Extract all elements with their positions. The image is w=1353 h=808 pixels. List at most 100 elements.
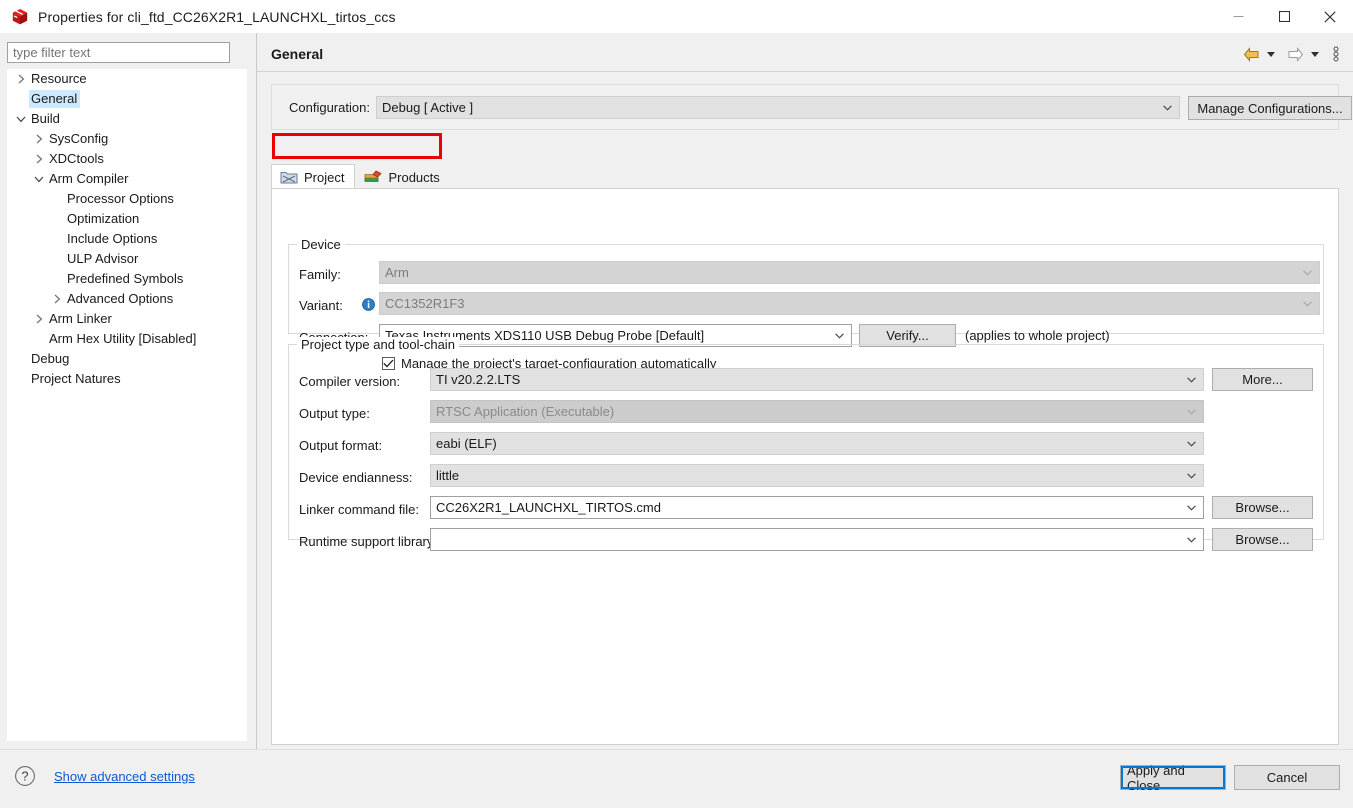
sidebar-item-include-options[interactable]: Include Options bbox=[7, 229, 247, 249]
sidebar-item-advanced-options[interactable]: Advanced Options bbox=[7, 289, 247, 309]
toolchain-row-select[interactable]: little bbox=[430, 464, 1204, 487]
sidebar-item-label: Arm Hex Utility [Disabled] bbox=[47, 330, 199, 348]
sidebar-item-label: Processor Options bbox=[65, 190, 177, 208]
chevron-right-icon[interactable] bbox=[31, 151, 47, 167]
vertical-dots-icon[interactable] bbox=[1329, 44, 1342, 64]
device-group-legend: Device bbox=[297, 237, 345, 252]
window-controls bbox=[1215, 0, 1353, 33]
title-bar: Properties for cli_ftd_CC26X2R1_LAUNCHXL… bbox=[0, 0, 1353, 34]
sidebar-item-arm-hex-utility-disabled[interactable]: Arm Hex Utility [Disabled] bbox=[7, 329, 247, 349]
show-advanced-settings-link[interactable]: Show advanced settings bbox=[54, 769, 195, 784]
dialog-body: ResourceGeneralBuildSysConfigXDCtoolsArm… bbox=[0, 33, 1353, 749]
toolchain-row-select[interactable] bbox=[430, 528, 1204, 551]
window-title: Properties for cli_ftd_CC26X2R1_LAUNCHXL… bbox=[38, 9, 396, 25]
tab-products-label: Products bbox=[388, 170, 439, 185]
sidebar-item-sysconfig[interactable]: SysConfig bbox=[7, 129, 247, 149]
sidebar-item-general[interactable]: General bbox=[7, 89, 247, 109]
tab-project[interactable]: Project bbox=[271, 164, 355, 189]
help-icon[interactable]: ? bbox=[14, 765, 36, 787]
more-button[interactable]: More... bbox=[1212, 368, 1313, 391]
maximize-button[interactable] bbox=[1261, 0, 1307, 33]
sidebar-item-label: SysConfig bbox=[47, 130, 111, 148]
settings-tree[interactable]: Resource GeneralBuildSysConfig XDCtools Arm… bbox=[7, 69, 247, 741]
browse-button[interactable]: Browse... bbox=[1212, 496, 1313, 519]
sidebar-item-resource[interactable]: Resource bbox=[7, 69, 247, 89]
sidebar-item-xdctools[interactable]: XDCtools bbox=[7, 149, 247, 169]
sidebar-item-label: Debug bbox=[29, 350, 72, 368]
toolchain-row-select[interactable]: TI v20.2.2.LTS bbox=[430, 368, 1204, 391]
chevron-right-icon[interactable] bbox=[31, 311, 47, 327]
tab-products[interactable]: Products bbox=[355, 164, 450, 189]
chevron-down-icon bbox=[1303, 270, 1312, 276]
toolchain-label-row: Output format: bbox=[299, 434, 382, 456]
sidebar-item-label: Arm Compiler bbox=[47, 170, 131, 188]
chevron-down-icon bbox=[1187, 441, 1196, 447]
apply-and-close-button[interactable]: Apply and Close bbox=[1120, 765, 1226, 790]
chevron-right-icon[interactable] bbox=[49, 291, 65, 307]
sidebar-item-label: Optimization bbox=[65, 210, 142, 228]
toolchain-row-label: Runtime support library: bbox=[299, 534, 437, 549]
toolchain-row-select[interactable]: CC26X2R1_LAUNCHXL_TIRTOS.cmd bbox=[430, 496, 1204, 519]
sidebar-item-debug[interactable]: Debug bbox=[7, 349, 247, 369]
toolchain-label-row: Compiler version: bbox=[299, 370, 400, 392]
toolchain-label-row: Runtime support library: bbox=[299, 530, 437, 552]
toolchain-row-label: Linker command file: bbox=[299, 502, 419, 517]
close-button[interactable] bbox=[1307, 0, 1353, 33]
chevron-down-icon[interactable] bbox=[13, 111, 29, 127]
sidebar-item-label: Predefined Symbols bbox=[65, 270, 186, 288]
chevron-down-icon bbox=[1187, 473, 1196, 479]
family-value: Arm bbox=[385, 265, 409, 280]
toolchain-row-label: Device endianness: bbox=[299, 470, 412, 485]
filter-input[interactable] bbox=[7, 42, 230, 63]
page-toolbar bbox=[1241, 44, 1342, 64]
configuration-label: Configuration: bbox=[289, 100, 370, 115]
variant-highlight-annotation bbox=[272, 133, 442, 159]
cancel-button[interactable]: Cancel bbox=[1234, 765, 1340, 790]
sidebar-item-label: Advanced Options bbox=[65, 290, 176, 308]
svg-text:?: ? bbox=[22, 770, 29, 784]
sidebar-item-project-natures[interactable]: Project Natures bbox=[7, 369, 247, 389]
manage-configurations-button[interactable]: Manage Configurations... bbox=[1188, 96, 1352, 120]
chevron-right-icon[interactable] bbox=[13, 71, 29, 87]
chevron-down-icon bbox=[1163, 105, 1172, 111]
variant-select: CC1352R1F3 bbox=[379, 292, 1320, 315]
chevron-down-icon bbox=[1187, 537, 1196, 543]
toolchain-row-value: little bbox=[436, 468, 459, 483]
tab-bar: Project Products bbox=[271, 164, 1339, 189]
chevron-right-icon[interactable] bbox=[31, 131, 47, 147]
sidebar-item-arm-compiler[interactable]: Arm Compiler bbox=[7, 169, 247, 189]
sidebar-item-optimization[interactable]: Optimization bbox=[7, 209, 247, 229]
variant-label: Variant: bbox=[299, 298, 343, 313]
settings-detail-pane: General bbox=[257, 33, 1353, 749]
info-icon[interactable] bbox=[362, 298, 375, 311]
sidebar-item-label: Project Natures bbox=[29, 370, 124, 388]
minimize-button[interactable] bbox=[1215, 0, 1261, 33]
toolchain-row-select: RTSC Application (Executable) bbox=[430, 400, 1204, 423]
sidebar-item-arm-linker[interactable]: Arm Linker bbox=[7, 309, 247, 329]
sidebar-item-processor-options[interactable]: Processor Options bbox=[7, 189, 247, 209]
toolchain-row-select[interactable]: eabi (ELF) bbox=[430, 432, 1204, 455]
toolchain-row-value: eabi (ELF) bbox=[436, 436, 497, 451]
chevron-down-icon bbox=[1187, 409, 1196, 415]
toolchain-row-value: CC26X2R1_LAUNCHXL_TIRTOS.cmd bbox=[436, 500, 661, 515]
family-select: Arm bbox=[379, 261, 1320, 284]
back-arrow-icon[interactable] bbox=[1241, 44, 1261, 64]
header-divider bbox=[257, 71, 1353, 72]
sidebar-item-ulp-advisor[interactable]: ULP Advisor bbox=[7, 249, 247, 269]
configuration-select[interactable]: Debug [ Active ] bbox=[376, 96, 1180, 119]
sidebar-item-label: General bbox=[29, 90, 80, 108]
forward-history-chevron-down-icon[interactable] bbox=[1308, 44, 1321, 64]
sidebar-item-predefined-symbols[interactable]: Predefined Symbols bbox=[7, 269, 247, 289]
sidebar-item-label: XDCtools bbox=[47, 150, 107, 168]
back-history-chevron-down-icon[interactable] bbox=[1264, 44, 1277, 64]
sidebar-item-label: Resource bbox=[29, 70, 90, 88]
chevron-down-icon[interactable] bbox=[31, 171, 47, 187]
forward-arrow-icon[interactable] bbox=[1285, 44, 1305, 64]
sidebar-item-build[interactable]: Build bbox=[7, 109, 247, 129]
toolchain-label-row: Linker command file: bbox=[299, 498, 419, 520]
browse-button[interactable]: Browse... bbox=[1212, 528, 1313, 551]
connection-note: (applies to whole project) bbox=[965, 328, 1110, 343]
settings-tree-pane: Resource GeneralBuildSysConfig XDCtools Arm… bbox=[0, 33, 256, 749]
page-title: General bbox=[271, 46, 323, 62]
toolchain-group-legend: Project type and tool-chain bbox=[297, 337, 459, 352]
